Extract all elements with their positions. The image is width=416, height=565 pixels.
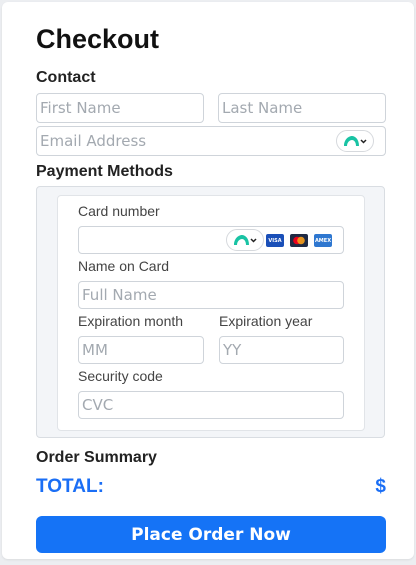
- security-code-input[interactable]: [78, 391, 344, 419]
- expiration-year-input[interactable]: [219, 336, 344, 364]
- card-autofill-button[interactable]: [226, 229, 264, 251]
- mastercard-icon: [290, 234, 308, 247]
- payment-methods-heading: Payment Methods: [36, 163, 173, 180]
- first-name-input[interactable]: [36, 93, 204, 123]
- expiration-year-label: Expiration year: [219, 313, 313, 329]
- security-code-label: Security code: [78, 368, 163, 384]
- visa-brand-text: VISA: [268, 237, 282, 244]
- total-label: TOTAL:: [36, 476, 104, 497]
- email-autofill-button[interactable]: [336, 130, 374, 152]
- email-input[interactable]: [36, 126, 386, 156]
- card-payment-form: Card number VISA AMEX Name on Card Full …: [57, 195, 365, 431]
- name-on-card-input[interactable]: [78, 281, 344, 309]
- last-name-input[interactable]: [218, 93, 386, 123]
- checkout-card: Checkout Contact Payment Methods Card nu…: [2, 2, 414, 559]
- page-title: Checkout: [36, 24, 160, 54]
- place-order-button[interactable]: Place Order Now: [36, 516, 386, 553]
- autofill-icon: [342, 134, 368, 148]
- payment-methods-panel: Card number VISA AMEX Name on Card Full …: [36, 186, 385, 438]
- contact-heading: Contact: [36, 69, 96, 86]
- amex-brand-text: AMEX: [314, 237, 332, 244]
- card-number-label: Card number: [78, 203, 160, 219]
- expiration-month-label: Expiration month: [78, 313, 184, 329]
- total-value: $: [375, 476, 386, 497]
- order-summary-heading: Order Summary: [36, 449, 157, 466]
- amex-icon: AMEX: [314, 234, 332, 247]
- autofill-icon: [232, 233, 258, 247]
- expiration-month-input[interactable]: [78, 336, 204, 364]
- total-row: TOTAL: $: [36, 476, 386, 500]
- visa-icon: VISA: [266, 234, 284, 247]
- name-on-card-label: Name on Card: [78, 258, 170, 274]
